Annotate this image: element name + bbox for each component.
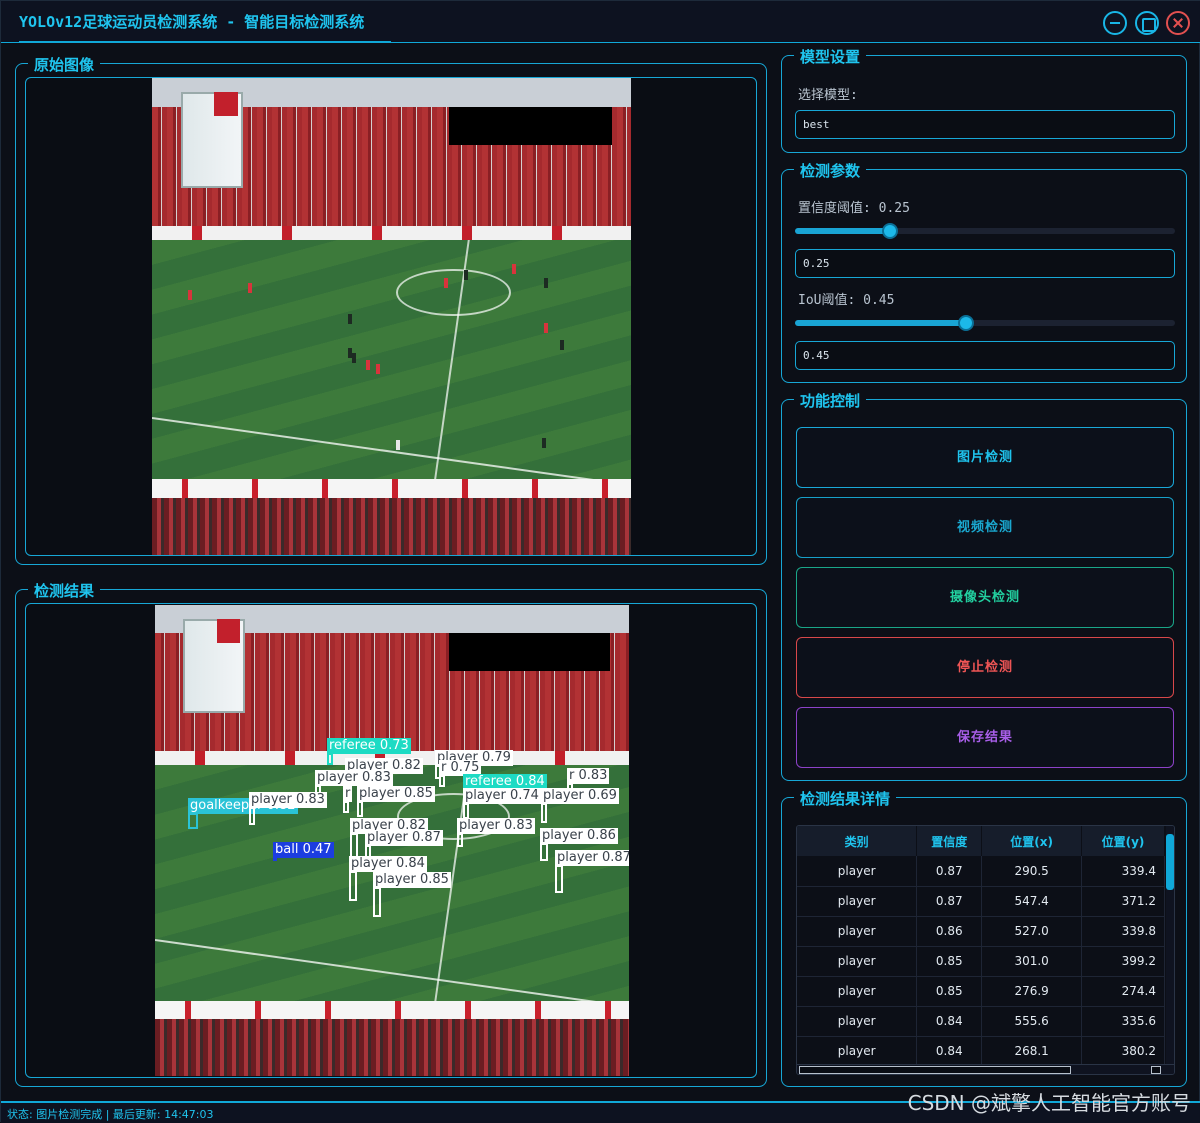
table-row[interactable]: player 0.84 268.1 380.2 xyxy=(797,1036,1165,1067)
detection-box: player 0.84 xyxy=(349,856,427,901)
detection-box: player 0.69 xyxy=(541,788,619,823)
table-row[interactable]: player 0.84 555.6 335.6 xyxy=(797,1006,1165,1037)
title-underline xyxy=(19,41,391,43)
detection-box: player 0.85 xyxy=(357,786,435,817)
table-row[interactable]: player 0.87 290.5 339.4 xyxy=(797,856,1165,887)
table-row[interactable]: player 0.85 301.0 399.2 xyxy=(797,946,1165,977)
detection-box: player 0.87 xyxy=(555,850,629,893)
maximize-icon[interactable] xyxy=(1135,11,1159,35)
title-bar: YOLOv12足球运动员检测系统 - 智能目标检测系统 xyxy=(1,1,1200,43)
controls-group: 功能控制 图片检测 视频检测 摄像头检测 停止检测 保存结果 xyxy=(781,390,1187,781)
watermark: CSDN @斌擎人工智能官方账号 xyxy=(907,1091,1191,1115)
result-image: referee 0.73 player 0.79 player 0.82 r 0… xyxy=(155,605,629,1076)
table-scroll-corner xyxy=(1151,1066,1161,1074)
status-text: 状态: 图片检测完成 | 最后更新: 14:47:03 xyxy=(7,1108,214,1121)
conf-threshold-label: 置信度阈值: 0.25 xyxy=(798,201,910,216)
detection-params-group: 检测参数 置信度阈值: 0.25 0.25 IoU阈值: 0.45 0.45 xyxy=(781,160,1187,383)
result-image-group: 检测结果 referee 0.73 player 0.79 player 0.8… xyxy=(15,580,767,1087)
detection-box: ball 0.47 xyxy=(273,842,334,861)
model-settings-group: 模型设置 选择模型: best xyxy=(781,46,1187,153)
detection-box: referee 0.73 xyxy=(327,738,411,765)
detection-box: r xyxy=(343,786,353,813)
camera-detect-button[interactable]: 摄像头检测 xyxy=(796,567,1174,628)
detection-params-title: 检测参数 xyxy=(794,160,867,181)
stop-detect-button[interactable]: 停止检测 xyxy=(796,637,1174,698)
detection-box: player 0.83 xyxy=(457,818,535,847)
original-image xyxy=(152,78,631,555)
original-image-title: 原始图像 xyxy=(28,54,101,75)
column-header[interactable]: 位置(x) xyxy=(981,826,1083,856)
controls-title: 功能控制 xyxy=(794,390,867,411)
model-select[interactable]: best xyxy=(795,110,1175,139)
model-settings-title: 模型设置 xyxy=(794,46,867,67)
result-image-frame: referee 0.73 player 0.79 player 0.82 r 0… xyxy=(25,603,757,1078)
iou-slider-fill xyxy=(795,320,966,326)
table-row[interactable]: player 0.85 276.9 274.4 xyxy=(797,976,1165,1007)
conf-slider-fill xyxy=(795,228,890,234)
detection-box: player 0.74 xyxy=(463,788,541,819)
detection-box: player 0.86 xyxy=(540,828,618,861)
app-window: YOLOv12足球运动员检测系统 - 智能目标检测系统 原始图像 检测结果 re… xyxy=(0,0,1200,1123)
original-image-group: 原始图像 xyxy=(15,54,767,565)
table-horizontal-scrollbar[interactable] xyxy=(797,1064,1174,1074)
column-header[interactable]: 类别 xyxy=(797,826,918,856)
conf-slider[interactable] xyxy=(795,223,1175,239)
window-title: YOLOv12足球运动员检测系统 - 智能目标检测系统 xyxy=(19,13,365,31)
iou-slider[interactable] xyxy=(795,315,1175,331)
detection-box: goalkeeper 0.82 xyxy=(188,798,298,829)
conf-slider-handle[interactable] xyxy=(882,223,898,239)
iou-threshold-label: IoU阈值: 0.45 xyxy=(798,293,895,308)
iou-threshold-input[interactable]: 0.45 xyxy=(795,341,1175,370)
results-group: 检测结果详情 类别 置信度 位置(x) 位置(y) player 0.87 290.… xyxy=(781,788,1187,1087)
model-select-label: 选择模型: xyxy=(798,88,858,103)
image-detect-button[interactable]: 图片检测 xyxy=(796,427,1174,488)
iou-slider-handle[interactable] xyxy=(958,315,974,331)
save-results-button[interactable]: 保存结果 xyxy=(796,707,1174,768)
column-header[interactable]: 置信度 xyxy=(916,826,983,856)
original-image-frame xyxy=(25,77,757,556)
table-row[interactable]: player 0.87 547.4 371.2 xyxy=(797,886,1165,917)
table-row[interactable]: player 0.86 527.0 339.8 xyxy=(797,916,1165,947)
results-table: 类别 置信度 位置(x) 位置(y) player 0.87 290.5 339.4 … xyxy=(797,826,1165,1067)
table-vertical-scroll-thumb[interactable] xyxy=(1166,834,1174,890)
table-horizontal-scroll-thumb[interactable] xyxy=(799,1066,1071,1074)
video-detect-button[interactable]: 视频检测 xyxy=(796,497,1174,558)
results-table-container: 类别 置信度 位置(x) 位置(y) player 0.87 290.5 339.4 … xyxy=(796,825,1175,1075)
table-vertical-scrollbar[interactable] xyxy=(1166,826,1174,1064)
conf-threshold-input[interactable]: 0.25 xyxy=(795,249,1175,278)
result-image-title: 检测结果 xyxy=(28,580,101,601)
detection-box: player 0.85 xyxy=(373,872,451,917)
results-title: 检测结果详情 xyxy=(794,788,897,809)
detection-box: r 0.75 xyxy=(439,760,482,787)
minimize-icon[interactable] xyxy=(1103,11,1127,35)
column-header[interactable]: 位置(y) xyxy=(1081,826,1165,856)
detection-box: player 0.83 xyxy=(249,792,327,825)
close-icon[interactable] xyxy=(1166,11,1190,35)
